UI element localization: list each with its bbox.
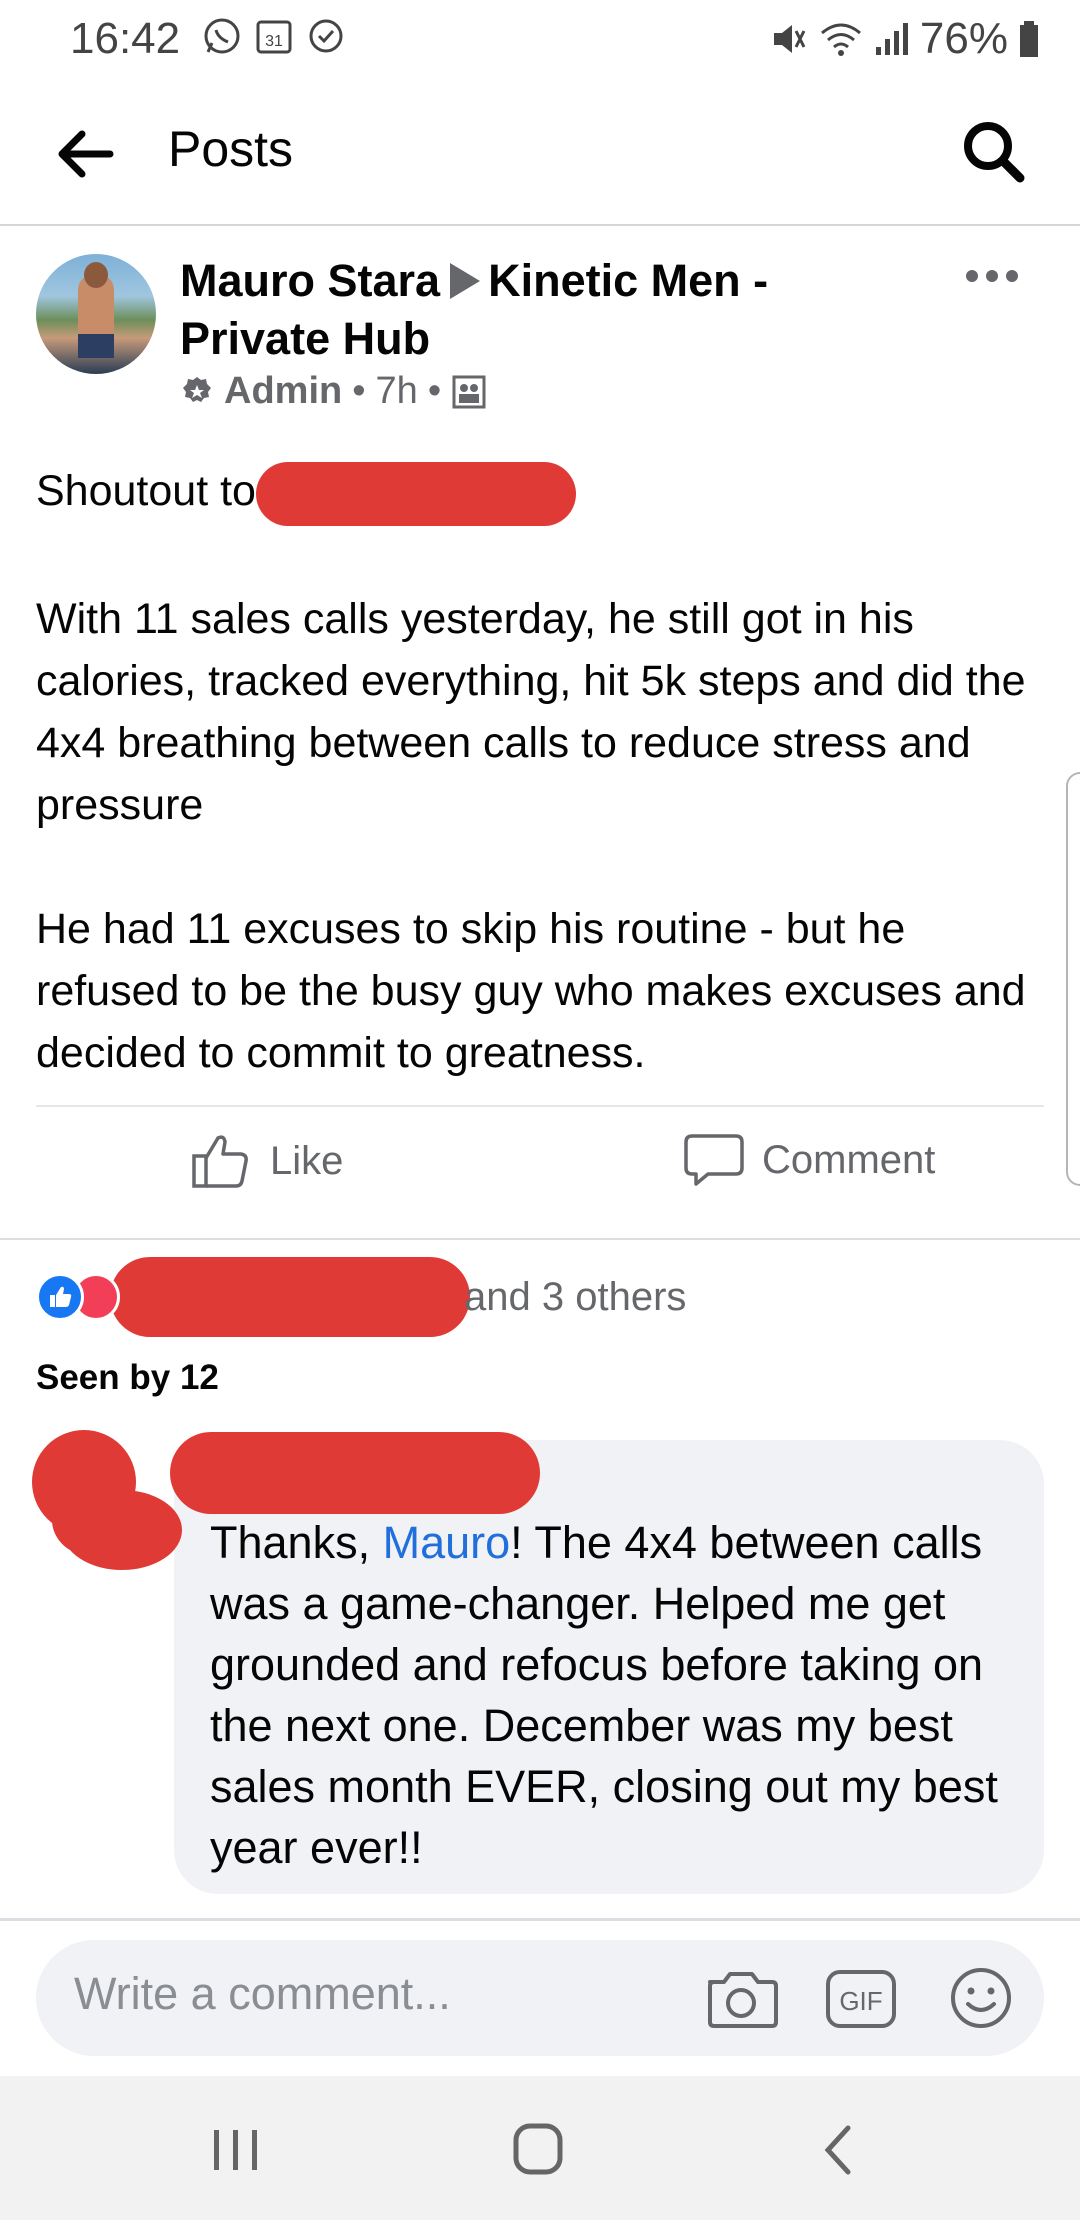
reactions-summary[interactable]: and 3 others bbox=[36, 1257, 687, 1337]
comment-bubble-icon bbox=[684, 1134, 744, 1186]
comment-mention-link[interactable]: Mauro bbox=[383, 1517, 511, 1568]
post-action-bar: Like Comment bbox=[0, 1130, 1080, 1216]
post-paragraph-1: With 11 sales calls yesterday, he still … bbox=[36, 594, 1026, 829]
more-dot-icon bbox=[986, 270, 998, 282]
camera-button[interactable] bbox=[704, 1966, 778, 2030]
smiley-icon bbox=[951, 1968, 1011, 2028]
page-title: Posts bbox=[168, 121, 294, 177]
app-header: Posts bbox=[0, 80, 1080, 226]
status-notification-icons: 31 bbox=[202, 16, 346, 56]
comment-bubble[interactable]: Thanks, Mauro! The 4x4 between calls was… bbox=[170, 1432, 1044, 1894]
system-nav-bar bbox=[0, 2076, 1080, 2220]
comment-composer: GIF bbox=[36, 1940, 1044, 2056]
back-button[interactable] bbox=[50, 124, 120, 184]
comment-text-suffix: ! The 4x4 between calls was a game-chang… bbox=[210, 1517, 998, 1873]
group-members-icon bbox=[452, 375, 486, 408]
gif-button[interactable]: GIF bbox=[824, 1966, 898, 2030]
comment-label: Comment bbox=[762, 1137, 936, 1182]
status-bar: 16:42 31 76% bbox=[0, 0, 1080, 80]
post-paragraph-2: He had 11 excuses to skip his routine - … bbox=[36, 904, 1026, 1077]
recent-apps-icon bbox=[214, 2130, 257, 2170]
camera-icon bbox=[708, 1972, 778, 2028]
reactions-others-text: and 3 others bbox=[464, 1274, 687, 1319]
divider bbox=[0, 1918, 1080, 1921]
play-arrow-icon bbox=[450, 263, 481, 300]
home-button[interactable] bbox=[498, 2120, 578, 2180]
recent-apps-button[interactable] bbox=[196, 2120, 276, 2180]
search-button[interactable] bbox=[958, 116, 1030, 188]
post-meta: Admin • 7h • bbox=[180, 370, 487, 413]
redaction-mark bbox=[32, 1430, 182, 1570]
mute-icon bbox=[773, 25, 806, 53]
calendar-31-icon: 31 bbox=[256, 20, 292, 54]
post-body: Shoutout to With 11 sales calls yesterda… bbox=[36, 460, 1046, 1146]
comment-text-prefix: Thanks, bbox=[210, 1517, 383, 1568]
check-icon bbox=[309, 19, 343, 53]
comment-input[interactable] bbox=[74, 1968, 694, 2020]
status-time: 16:42 bbox=[70, 14, 181, 63]
chevron-left-icon bbox=[824, 2125, 851, 2175]
arrow-left-icon bbox=[58, 130, 114, 178]
commenter-avatar[interactable] bbox=[22, 1420, 192, 1580]
redaction-mark bbox=[170, 1432, 540, 1514]
role-badge: Admin bbox=[224, 370, 343, 412]
home-icon bbox=[513, 2123, 563, 2175]
post-time[interactable]: 7h bbox=[376, 370, 418, 413]
back-nav-button[interactable] bbox=[800, 2120, 880, 2180]
wifi-icon bbox=[820, 23, 861, 56]
like-reaction-icon bbox=[36, 1273, 84, 1321]
svg-text:GIF: GIF bbox=[839, 1986, 882, 2016]
author-avatar[interactable] bbox=[36, 254, 156, 374]
redaction-mark bbox=[110, 1257, 470, 1337]
shoutout-line: Shoutout to bbox=[36, 460, 1046, 526]
divider bbox=[0, 1238, 1080, 1240]
gif-icon: GIF bbox=[826, 1970, 896, 2028]
post-header: Mauro Stara Kinetic Men - Private Hub Adm… bbox=[0, 250, 1080, 420]
svg-text:31: 31 bbox=[265, 33, 283, 50]
search-icon bbox=[964, 122, 1025, 183]
admin-badge-icon bbox=[183, 376, 211, 402]
author-name[interactable]: Mauro Stara bbox=[180, 255, 440, 306]
like-button[interactable]: Like bbox=[190, 1130, 343, 1192]
scroll-indicator[interactable] bbox=[1066, 772, 1080, 1186]
divider bbox=[36, 1105, 1044, 1107]
meta-separator: • bbox=[427, 370, 442, 412]
more-dot-icon bbox=[966, 270, 978, 282]
emoji-button[interactable] bbox=[944, 1966, 1018, 2030]
meta-separator: • bbox=[352, 370, 366, 412]
battery-percent: 76% bbox=[919, 14, 1008, 63]
seen-by-count[interactable]: Seen by 12 bbox=[36, 1358, 219, 1398]
more-dot-icon bbox=[1006, 270, 1018, 282]
whatsapp-icon bbox=[204, 18, 240, 54]
thumbs-up-icon bbox=[192, 1135, 248, 1188]
signal-icon bbox=[875, 23, 908, 55]
like-label: Like bbox=[270, 1138, 344, 1183]
post-title: Mauro Stara Kinetic Men - Private Hub bbox=[180, 252, 820, 368]
comment-button[interactable]: Comment bbox=[684, 1130, 935, 1190]
comment-text: Thanks, Mauro! The 4x4 between calls was… bbox=[210, 1512, 1020, 1878]
battery-icon bbox=[1020, 21, 1038, 57]
more-options-button[interactable] bbox=[966, 266, 1022, 286]
redaction-mark bbox=[255, 461, 576, 526]
shoutout-prefix: Shoutout to bbox=[36, 467, 256, 515]
status-system-icons: 76% bbox=[768, 14, 1040, 64]
